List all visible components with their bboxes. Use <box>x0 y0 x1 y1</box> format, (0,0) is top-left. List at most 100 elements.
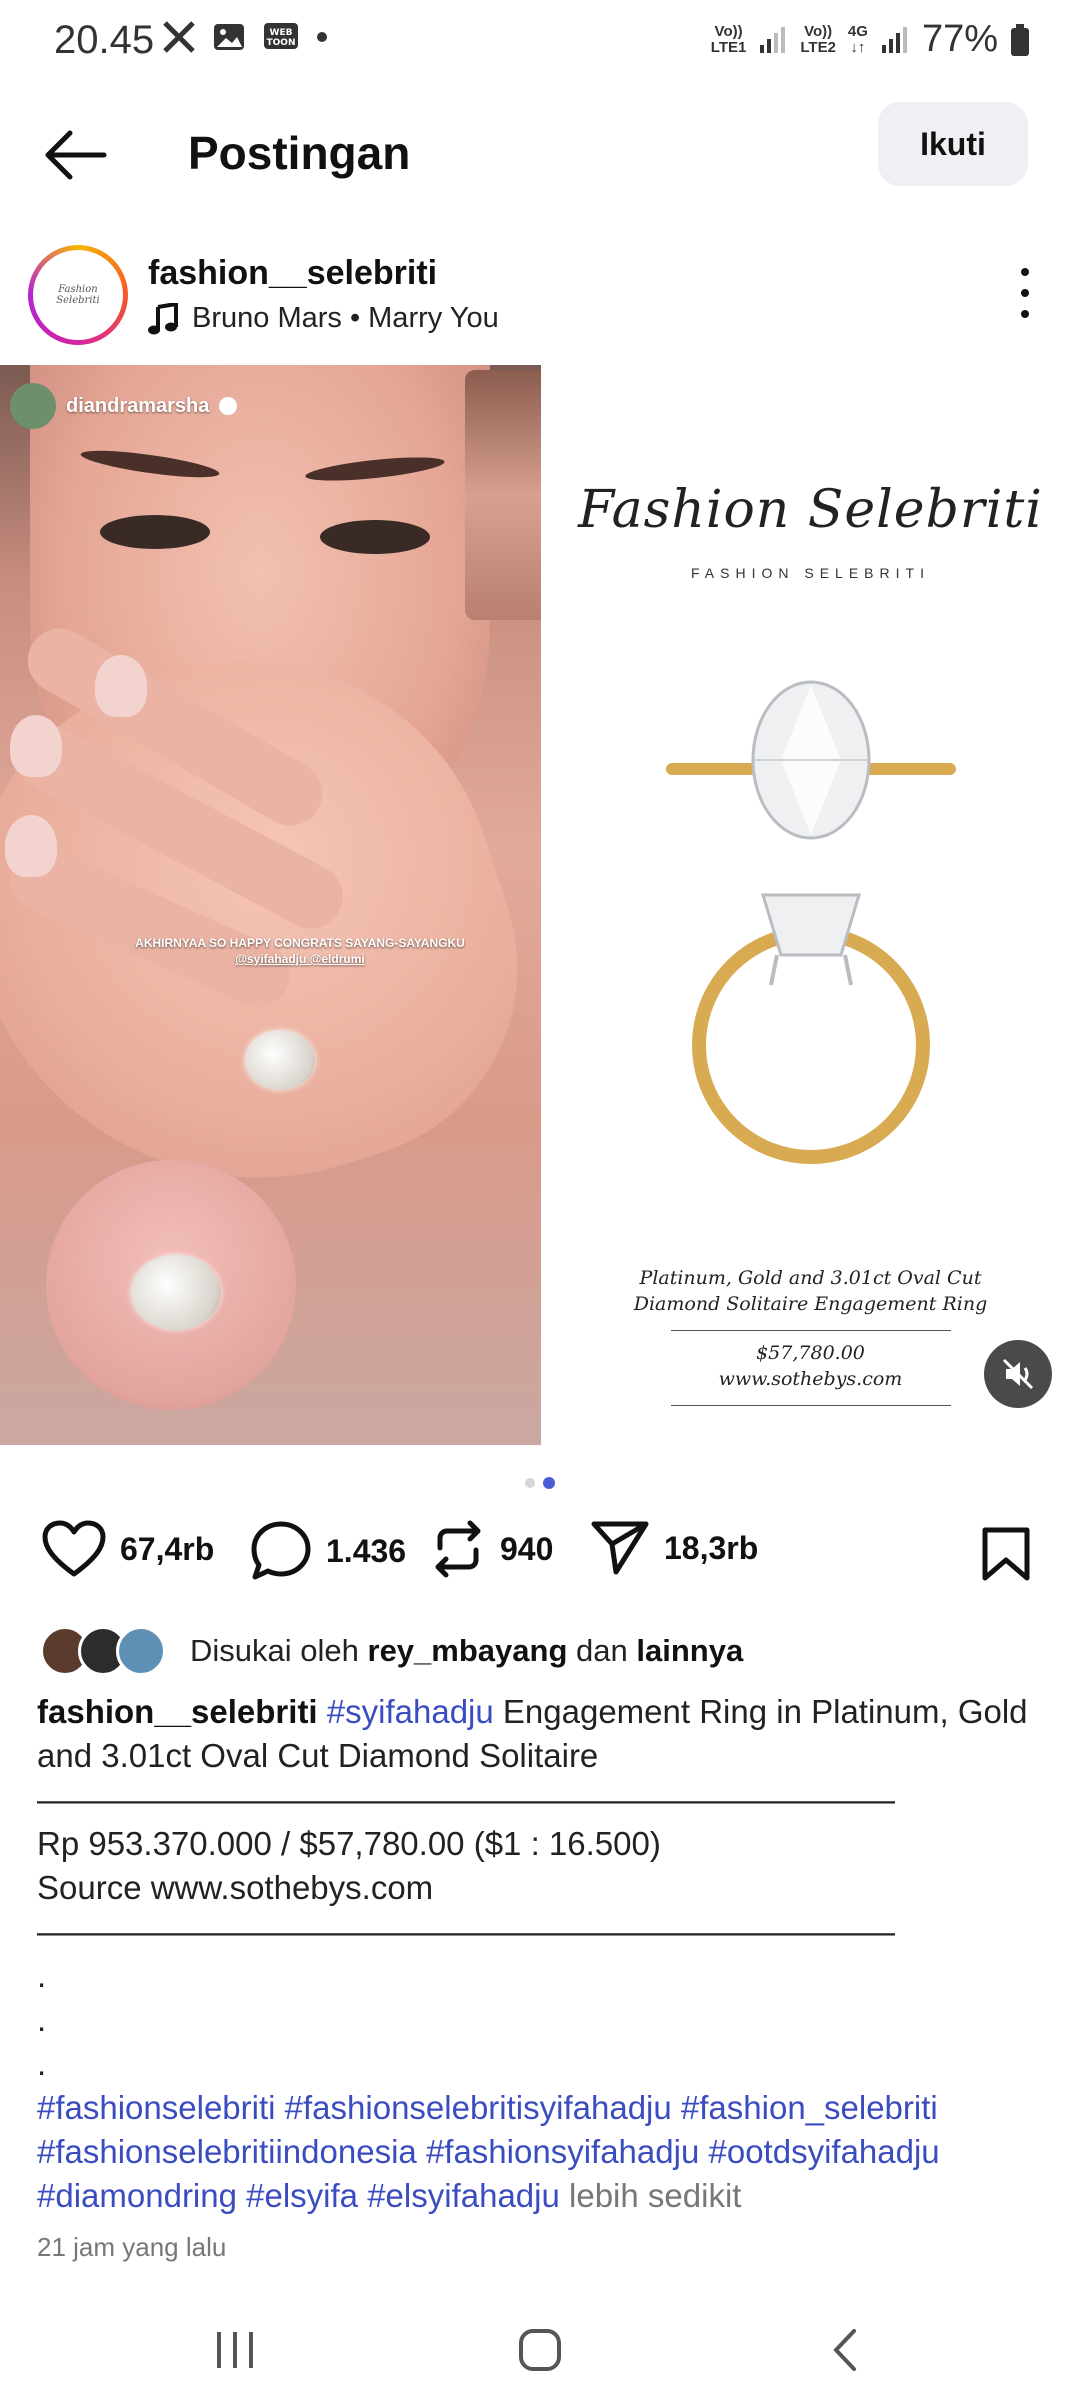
like-button[interactable]: 67,4rb <box>42 1520 214 1578</box>
caption-dot: . <box>37 2001 47 2038</box>
camera-overlay-thumbnail <box>465 370 541 620</box>
status-time: 20.45 <box>54 18 155 62</box>
caption-divider: —————————————————————————— <box>37 1913 895 1950</box>
sim2-volte: Vo)) LTE2 <box>800 22 836 56</box>
network-type: 4G ↓↑ <box>847 22 868 56</box>
more-notifications-icon <box>317 32 327 42</box>
ring-stone <box>245 1030 315 1090</box>
signal-sim2-icon <box>881 26 907 53</box>
heart-icon <box>42 1520 106 1577</box>
post-action-bar: 67,4rb 1.436 940 18,3rb <box>0 1520 1080 1600</box>
comment-icon <box>251 1521 311 1580</box>
svg-text:TOON: TOON <box>267 38 296 48</box>
caption-dot: . <box>37 2045 47 2082</box>
page-title: Postingan <box>188 127 411 179</box>
back-button[interactable] <box>40 125 110 185</box>
ring-illustration <box>666 680 956 1164</box>
hashtag-link[interactable]: #fashion_selebriti <box>681 2089 938 2126</box>
carousel-dot <box>525 1478 535 1488</box>
webtoon-icon: WEBTOON <box>264 23 298 49</box>
notification-icons: WEB TOON <box>162 20 328 54</box>
home-button[interactable] <box>510 2324 570 2376</box>
x-app-icon <box>163 21 195 53</box>
hashtag-link[interactable]: #fashionselebriti <box>37 2089 275 2126</box>
story-screenshot-photo: AKHIRNYAA SO HAPPY CONGRATS SAYANG-SAYAN… <box>0 365 541 1445</box>
carousel-dot-active <box>543 1477 555 1489</box>
liker-avatar <box>116 1626 166 1676</box>
ring-closeup-inset <box>46 1160 296 1410</box>
bookmark-icon <box>982 1527 1030 1581</box>
share-button[interactable]: 18,3rb <box>590 1520 758 1576</box>
more-dot <box>1021 289 1029 297</box>
caption-divider: —————————————————————————— <box>37 1781 895 1818</box>
recent-apps-button[interactable] <box>205 2324 265 2376</box>
post-author-row: Fashion Selebriti fashion__selebriti Bru… <box>0 240 1080 350</box>
music-info[interactable]: Bruno Mars • Marry You <box>148 302 499 335</box>
author-username[interactable]: fashion__selebriti <box>148 254 437 293</box>
hashtag-link[interactable]: #fashionsyifahadju <box>426 2133 699 2170</box>
hashtag-link[interactable]: #elsyifahadju <box>367 2177 560 2214</box>
avatar-text: Fashion Selebriti <box>56 284 100 306</box>
send-icon <box>591 1521 649 1575</box>
speaker-muted-icon <box>1002 1358 1034 1390</box>
gallery-icon <box>214 24 244 50</box>
hashtag-link[interactable]: #fashionselebritiindonesia <box>37 2133 417 2170</box>
hashtag-link[interactable]: #fashionselebritisyifahadju <box>285 2089 672 2126</box>
like-count: 67,4rb <box>120 1530 215 1567</box>
hashtag-link[interactable]: #elsyifa <box>246 2177 358 2214</box>
chevron-left-icon <box>833 2329 856 2371</box>
verified-icon <box>219 397 238 415</box>
home-icon <box>519 2329 561 2371</box>
carousel-indicator <box>0 1477 1080 1494</box>
sim1-volte: Vo)) LTE1 <box>710 22 747 56</box>
story-user: diandramarsha <box>10 383 238 429</box>
ring-description: Platinum, Gold and 3.01ct Oval Cut Diamo… <box>633 1267 988 1315</box>
repost-icon <box>435 1520 481 1578</box>
liker-avatars <box>40 1626 170 1676</box>
comment-count: 1.436 <box>326 1532 407 1569</box>
repost-count: 940 <box>500 1530 554 1567</box>
comment-button[interactable]: 1.436 <box>250 1520 406 1582</box>
liked-by-text: Disukai oleh rey_mbayang dan lainnya <box>190 1633 744 1668</box>
hashtag-link[interactable]: #syifahadju <box>327 1693 494 1730</box>
hashtag-link[interactable]: #ootdsyifahadju <box>708 2133 939 2170</box>
liked-by-row[interactable]: Disukai oleh rey_mbayang dan lainnya <box>40 1625 743 1677</box>
bookmark-button[interactable] <box>980 1526 1032 1587</box>
caption-hashtags: #fashionselebriti #fashionselebritisyifa… <box>37 2086 1047 2218</box>
share-count: 18,3rb <box>664 1529 759 1566</box>
arrow-left-icon <box>45 130 107 180</box>
mute-toggle-button[interactable] <box>984 1340 1052 1408</box>
author-avatar[interactable]: Fashion Selebriti <box>28 245 128 345</box>
status-bar: 20.45 WEB TOON Vo)) LTE1 Vo)) LTE2 4G ↓↑ 77% <box>0 0 1080 80</box>
story-caption: AKHIRNYAA SO HAPPY CONGRATS SAYANG-SAYAN… <box>135 936 465 966</box>
post-media-carousel[interactable]: AKHIRNYAA SO HAPPY CONGRATS SAYANG-SAYAN… <box>0 365 1080 1445</box>
post-timestamp: 21 jam yang lalu <box>37 2232 227 2262</box>
more-dot <box>1021 310 1029 318</box>
follow-button[interactable]: Ikuti <box>878 102 1028 186</box>
repost-button[interactable]: 940 <box>430 1520 553 1578</box>
recent-apps-icon <box>217 2332 253 2368</box>
system-status-icons: Vo)) LTE1 Vo)) LTE2 4G ↓↑ 77% <box>711 18 1030 61</box>
caption-dot: . <box>37 1957 47 1994</box>
hashtag-link[interactable]: #diamondring <box>37 2177 237 2214</box>
more-options-button[interactable] <box>1010 268 1040 318</box>
battery-icon <box>1011 23 1029 56</box>
music-note-icon <box>148 302 178 334</box>
system-navigation-bar <box>0 2300 1080 2400</box>
story-avatar <box>10 383 56 429</box>
show-less-link[interactable]: lebih sedikit <box>569 2177 741 2214</box>
story-username: diandramarsha <box>66 394 210 417</box>
caption-price: Rp 953.370.000 / $57,780.00 ($1 : 16.500… <box>37 1825 661 1862</box>
app-header: Postingan Ikuti <box>0 100 1080 210</box>
signal-sim1-icon <box>760 26 786 53</box>
caption-source: Source www.sothebys.com <box>37 1869 434 1906</box>
liker-username[interactable]: rey_mbayang <box>368 1633 568 1668</box>
svg-text:WEB: WEB <box>270 28 293 38</box>
post-caption: fashion__selebriti #syifahadju Engagemen… <box>37 1690 1047 2218</box>
more-dot <box>1021 268 1029 276</box>
system-back-button[interactable] <box>815 2324 875 2376</box>
caption-username[interactable]: fashion__selebriti <box>37 1693 318 1730</box>
battery-percent: 77% <box>921 18 998 60</box>
likers-others-link[interactable]: lainnya <box>636 1633 743 1668</box>
music-title: Bruno Mars • Marry You <box>192 302 499 334</box>
